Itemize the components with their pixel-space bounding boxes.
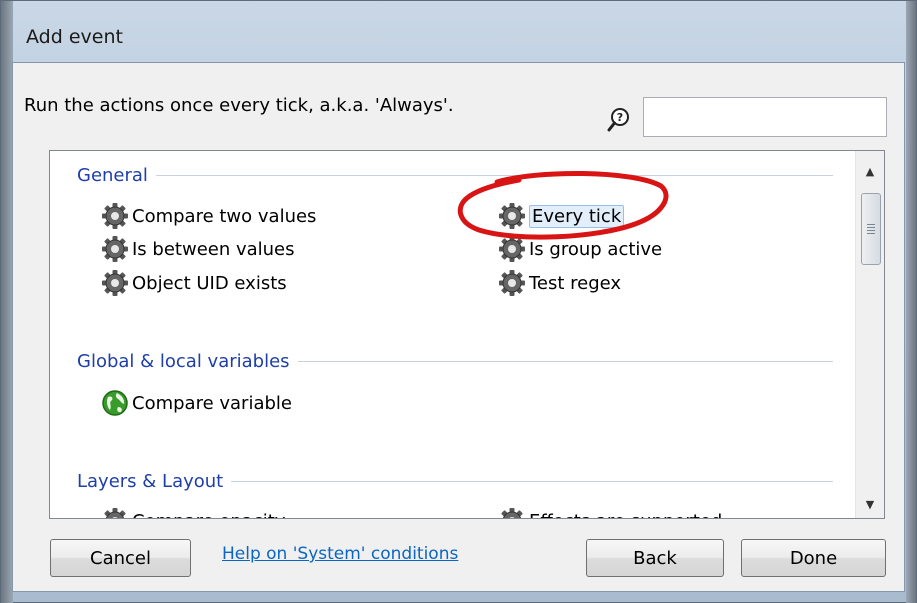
group-title: Layers & Layout	[77, 470, 224, 492]
search-input[interactable]	[643, 97, 887, 137]
group-header-global-local-variables: Global & local variables	[77, 349, 833, 373]
gear-icon	[498, 269, 526, 297]
group-header-general: General	[77, 163, 833, 187]
list-item-compare-variable[interactable]: Compare variable	[100, 388, 292, 418]
dialog-title: Add event	[26, 26, 123, 48]
group-title: General	[77, 164, 148, 186]
list-item-compare-opacity[interactable]: Compare opacity	[100, 506, 285, 518]
event-description: Run the actions once every tick, a.k.a. …	[24, 95, 454, 116]
list-item-is-group-active[interactable]: Is group active	[497, 234, 662, 264]
search-help-icon[interactable]: ?	[607, 106, 633, 134]
list-item-effects-are-supported[interactable]: Effects are supported	[497, 506, 722, 518]
back-button[interactable]: Back	[586, 539, 724, 577]
scroll-up-arrow-icon[interactable]: ▲	[856, 157, 884, 185]
list-item-compare-two-values[interactable]: Compare two values	[100, 201, 316, 231]
group-title: Global & local variables	[77, 350, 290, 372]
gear-icon	[101, 202, 129, 230]
globe-icon	[102, 390, 128, 416]
list-item-object-uid-exists[interactable]: Object UID exists	[100, 268, 287, 298]
group-header-layers-layout: Layers & Layout	[77, 469, 833, 493]
list-item-every-tick[interactable]: Every tick	[497, 201, 625, 231]
conditions-list[interactable]: General Compare two values Is between va…	[49, 150, 885, 519]
gear-icon	[498, 202, 526, 230]
cancel-button[interactable]: Cancel	[50, 539, 191, 577]
gear-icon	[101, 507, 129, 518]
gear-icon	[498, 507, 526, 518]
gear-icon	[498, 235, 526, 263]
list-item-is-between-values[interactable]: Is between values	[100, 234, 295, 264]
list-item-test-regex[interactable]: Test regex	[497, 268, 621, 298]
help-link[interactable]: Help on 'System' conditions	[222, 544, 458, 564]
svg-text:?: ?	[617, 111, 623, 124]
done-button[interactable]: Done	[741, 539, 886, 577]
scrollbar-thumb[interactable]	[861, 193, 881, 265]
vertical-scrollbar[interactable]: ▲ ▼	[855, 151, 884, 518]
gear-icon	[101, 235, 129, 263]
title-bar: Add event	[14, 14, 904, 60]
gear-icon	[101, 269, 129, 297]
scroll-down-arrow-icon[interactable]: ▼	[856, 490, 884, 518]
